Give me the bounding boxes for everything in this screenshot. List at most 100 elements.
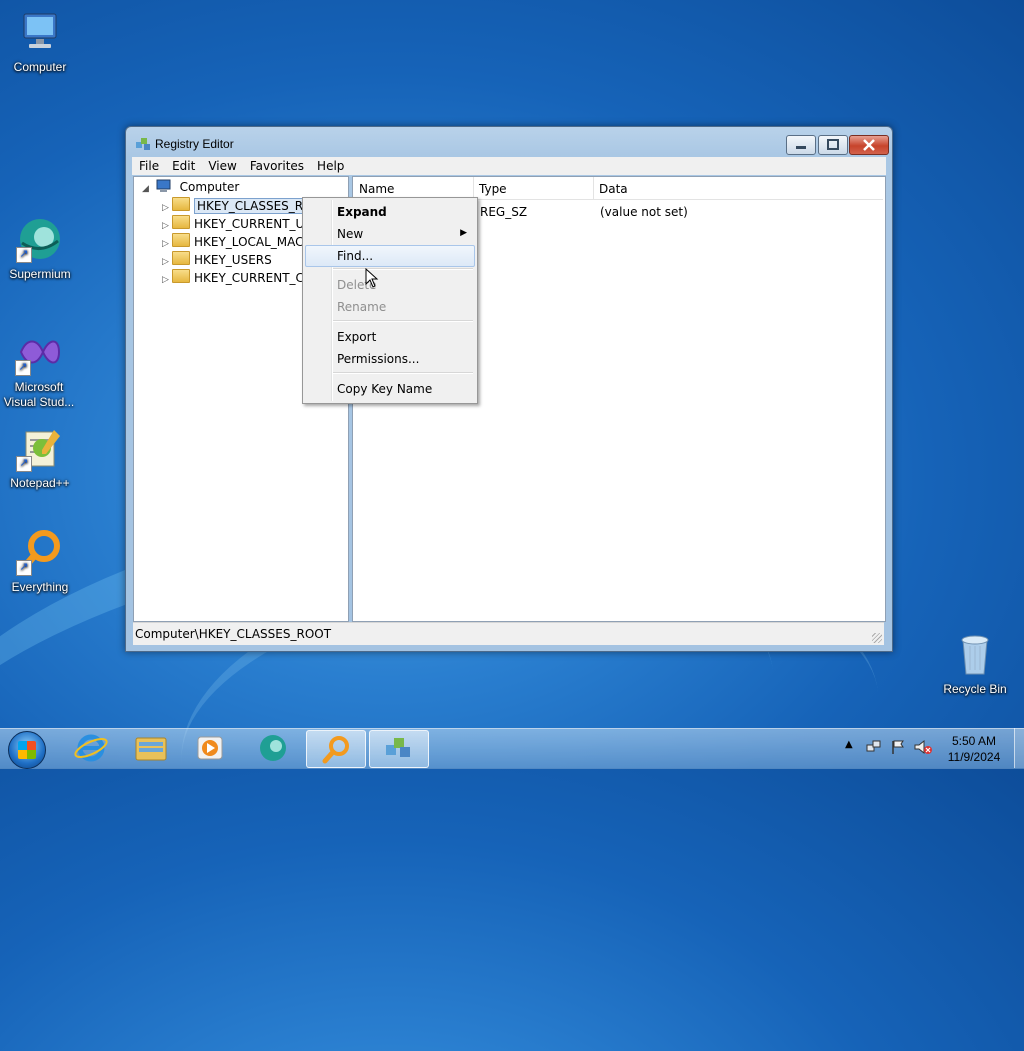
menu-file[interactable]: File <box>132 157 165 173</box>
column-header-name[interactable]: Name <box>353 177 474 199</box>
desktop-icon-label: Supermium <box>9 267 71 281</box>
taskbar-clock[interactable]: 5:50 AM 11/9/2024 <box>938 733 1010 765</box>
collapse-arrow-icon[interactable]: ◢ <box>142 184 152 194</box>
taskbar-file-explorer[interactable] <box>122 730 180 766</box>
everything-search-icon: ↗ <box>16 528 64 576</box>
menu-edit[interactable]: Edit <box>165 157 201 173</box>
menu-separator <box>333 268 473 270</box>
tree-item-label: HKEY_CURRENT_US <box>194 217 312 231</box>
taskbar-everything[interactable] <box>306 730 366 768</box>
notepad-plus-plus-icon: ↗ <box>16 424 64 472</box>
menu-item-find[interactable]: Find... <box>305 245 475 267</box>
status-bar: Computer\HKEY_CLASSES_ROOT <box>133 622 884 645</box>
supermium-icon: ↗ <box>16 215 64 263</box>
registry-editor-icon <box>135 136 151 152</box>
expand-arrow-icon[interactable]: ▷ <box>162 203 172 213</box>
volume-muted-icon[interactable] <box>914 739 932 755</box>
taskbar-supermium[interactable] <box>244 730 302 766</box>
folder-icon <box>172 215 190 229</box>
menu-view[interactable]: View <box>201 157 242 173</box>
desktop-icon-label: Notepad++ <box>10 476 70 490</box>
shortcut-arrow-icon: ↗ <box>16 247 32 263</box>
action-center-flag-icon[interactable] <box>890 739 906 755</box>
folder-icon <box>172 269 190 283</box>
registry-editor-window[interactable]: Registry Editor File Edit View Favorites Hel… <box>125 126 893 652</box>
expand-arrow-icon[interactable]: ▷ <box>162 257 172 267</box>
computer-icon <box>16 8 64 56</box>
close-button[interactable] <box>849 135 889 155</box>
expand-arrow-icon[interactable]: ▷ <box>162 221 172 231</box>
menu-item-delete: Delete <box>337 278 377 292</box>
close-icon <box>863 139 875 151</box>
network-icon[interactable] <box>866 739 882 755</box>
clock-date: 11/9/2024 <box>947 750 1001 764</box>
shortcut-arrow-icon: ↗ <box>16 560 32 576</box>
tree-item-hkey-local-machine[interactable]: ▷ HKEY_LOCAL_MACI <box>162 233 307 251</box>
tree-item-label: Computer <box>179 180 240 194</box>
desktop-icon-label: Computer <box>13 60 67 74</box>
desktop-icon-label: Microsoft Visual Stud... <box>3 380 75 409</box>
desktop-icon-recycle-bin[interactable]: Recycle Bin <box>935 630 1015 697</box>
mouse-cursor-icon <box>365 268 379 288</box>
internet-explorer-icon <box>74 734 108 762</box>
taskbar-internet-explorer[interactable] <box>62 730 120 766</box>
menu-separator <box>333 320 473 322</box>
desktop-icon-label: Everything <box>11 580 69 594</box>
tree-item-computer[interactable]: ◢ Computer <box>142 179 239 197</box>
desktop-icon-everything[interactable]: ↗ Everything <box>0 528 80 595</box>
status-path: Computer\HKEY_CLASSES_ROOT <box>135 627 332 641</box>
menu-separator <box>333 372 473 374</box>
menu-help[interactable]: Help <box>310 157 350 173</box>
menu-item-export[interactable]: Export <box>305 326 475 348</box>
desktop-icon-notepad-plus-plus[interactable]: ↗ Notepad++ <box>0 424 80 491</box>
tree-item-hkey-current-user[interactable]: ▷ HKEY_CURRENT_US <box>162 215 312 233</box>
value-type: REG_SZ <box>480 205 528 219</box>
tree-item-hkey-users[interactable]: ▷ HKEY_USERS <box>162 251 272 269</box>
visual-studio-icon: ↗ <box>15 328 63 376</box>
recycle-bin-icon <box>951 630 999 678</box>
clock-time: 5:50 AM <box>951 734 997 748</box>
resize-grip[interactable] <box>872 633 882 643</box>
maximize-button[interactable] <box>818 135 848 155</box>
tree-item-hkey-current-config[interactable]: ▷ HKEY_CURRENT_CO <box>162 269 313 287</box>
maximize-icon <box>827 139 839 150</box>
desktop-icon-visual-studio[interactable]: ↗ Microsoft Visual Stud... <box>0 328 78 410</box>
desktop-icon-computer[interactable]: Computer <box>0 8 80 75</box>
submenu-arrow-icon: ▶ <box>460 228 467 238</box>
folder-icon <box>172 233 190 247</box>
menu-item-new[interactable]: New ▶ <box>305 223 475 245</box>
shortcut-arrow-icon: ↗ <box>16 456 32 472</box>
computer-icon <box>156 179 171 192</box>
start-button[interactable] <box>8 731 46 769</box>
folder-icon <box>172 197 190 211</box>
show-hidden-icons-arrow[interactable]: ▲ <box>845 739 853 750</box>
expand-arrow-icon[interactable]: ▷ <box>162 275 172 285</box>
registry-editor-icon <box>386 738 410 757</box>
tree-item-label: HKEY_LOCAL_MACI <box>194 235 308 249</box>
expand-arrow-icon[interactable]: ▷ <box>162 239 172 249</box>
menu-item-expand[interactable]: Expand <box>305 201 475 223</box>
title-bar[interactable]: Registry Editor <box>126 127 892 157</box>
menu-item-copy-key-name[interactable]: Copy Key Name <box>305 378 475 400</box>
desktop-icon-supermium[interactable]: ↗ Supermium <box>0 215 80 282</box>
value-data: (value not set) <box>600 205 688 219</box>
show-desktop-button[interactable] <box>1014 728 1024 768</box>
shortcut-arrow-icon: ↗ <box>15 360 31 376</box>
taskbar-registry-editor[interactable] <box>369 730 429 768</box>
tree-item-label: HKEY_CURRENT_CO <box>194 271 314 285</box>
context-menu: Expand New ▶ Find... Delete Rename Export… <box>302 197 478 404</box>
desktop-icon-label: Recycle Bin <box>943 682 1007 696</box>
menu-item-rename: Rename <box>337 300 387 314</box>
taskbar-media-player[interactable] <box>182 730 240 766</box>
menu-bar: File Edit View Favorites Help <box>132 157 886 175</box>
column-header-data[interactable]: Data <box>593 177 883 199</box>
minimize-button[interactable] <box>786 135 816 155</box>
minimize-icon <box>796 146 806 149</box>
menu-item-permissions[interactable]: Permissions... <box>305 348 475 370</box>
folder-icon <box>172 251 190 265</box>
tree-item-label: HKEY_USERS <box>194 253 272 267</box>
menu-favorites[interactable]: Favorites <box>243 157 310 173</box>
everything-search-icon <box>322 736 349 764</box>
column-header-type[interactable]: Type <box>473 177 594 199</box>
media-player-icon <box>197 736 223 760</box>
